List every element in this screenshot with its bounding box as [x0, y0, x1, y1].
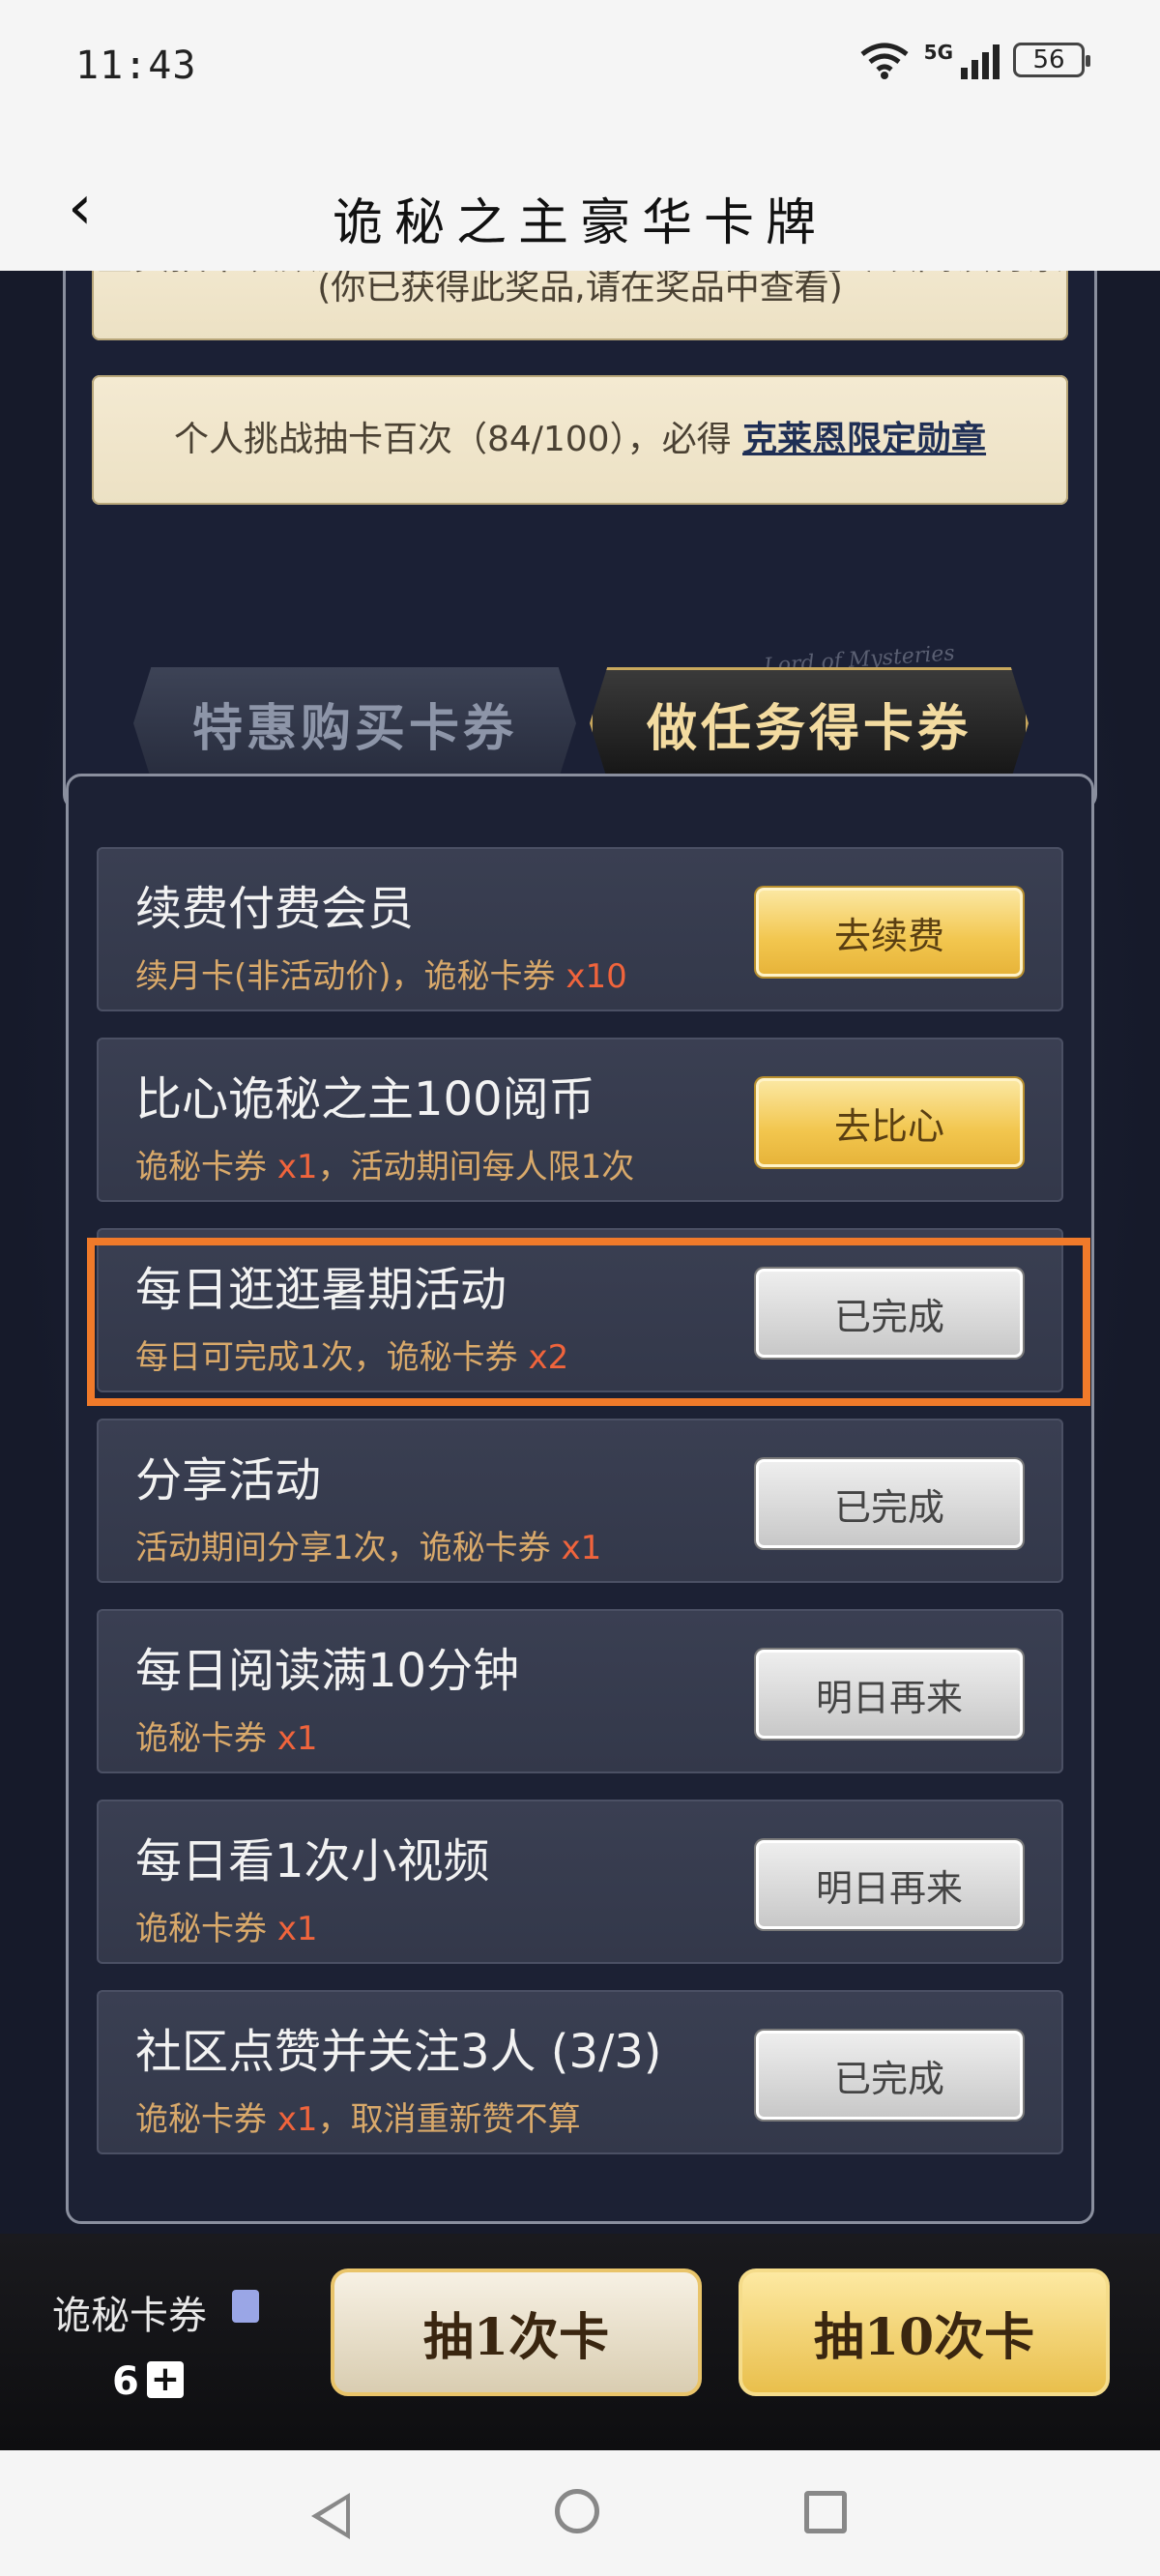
add-ticket-icon[interactable]: + — [147, 2361, 184, 2398]
battery-level: 56 — [1032, 45, 1065, 74]
task-action-button[interactable]: 明日再来 — [756, 1840, 1023, 1929]
task-reward-qty: x1 — [276, 1719, 318, 1758]
task-reward-qty: x1 — [276, 1148, 318, 1186]
task-title: 续费付费会员 — [135, 882, 415, 936]
task-row: 比心诡秘之主100阅币诡秘卡券 x1，活动期间每人限1次 去比心 — [97, 1038, 1063, 1202]
task-action-button[interactable]: 已完成 — [756, 2031, 1023, 2120]
task-action-button[interactable]: 已完成 — [756, 1269, 1023, 1358]
task-reward-qty: x1 — [276, 2100, 318, 2139]
status-icons: 5G 56 — [858, 41, 1090, 79]
task-reward-qty: x1 — [561, 1529, 602, 1567]
system-nav-bar — [0, 2450, 1160, 2576]
task-action-button[interactable]: 去续费 — [756, 888, 1023, 977]
task-reward-qty: x1 — [276, 1910, 318, 1948]
task-title: 社区点赞并关注3人 (3/3) — [135, 2025, 662, 2079]
personal-reward-text: 个人挑战抽卡百次（84/100），必得 — [173, 420, 743, 459]
task-reward-text: 诡秘卡券 x1 — [135, 1902, 318, 1949]
ticket-label: 诡秘卡券 — [52, 2294, 207, 2338]
server-reward-card: 全员抽卡次数达 10000/10000，每人得 群光专项阅读背景 (你已获得此奖… — [92, 271, 1068, 340]
task-reward-desc: 诡秘卡券 — [135, 2100, 277, 2139]
personal-reward-card: 个人挑战抽卡百次（84/100），必得 克莱恩限定勋章 — [92, 375, 1068, 505]
task-row: 分享活动活动期间分享1次，诡秘卡券 x1 已完成 — [97, 1419, 1063, 1583]
status-bar: 11:43 5G 56 — [0, 0, 1160, 145]
task-reward-text: 诡秘卡券 x1 — [135, 1712, 318, 1759]
task-title: 每日看1次小视频 — [135, 1834, 490, 1888]
tab-buy-tickets[interactable]: 特惠购买卡券 — [133, 667, 576, 779]
task-reward-suffix: ，取消重新赞不算 — [317, 2100, 581, 2139]
task-reward-text: 诡秘卡券 x1，取消重新赞不算 — [135, 2093, 581, 2140]
task-reward-text: 续月卡(非活动价)，诡秘卡券 x10 — [135, 950, 627, 997]
draw-bar: 诡秘卡券 6 + 抽1次卡 抽10次卡 — [0, 2234, 1160, 2450]
task-row: 续费付费会员续月卡(非活动价)，诡秘卡券 x10 去续费 — [97, 847, 1063, 1011]
server-reward-note: (你已获得此奖品,请在奖品中查看) — [317, 271, 843, 307]
ticket-count: 6 — [112, 2359, 139, 2404]
nav-home-icon[interactable] — [555, 2489, 599, 2533]
nav-back-icon[interactable] — [311, 2493, 350, 2539]
task-reward-desc: 活动期间分享1次，诡秘卡券 — [135, 1529, 562, 1567]
task-reward-desc: 诡秘卡券 — [135, 1719, 277, 1758]
signal-icon — [961, 41, 1000, 79]
task-action-button[interactable]: 已完成 — [756, 1459, 1023, 1548]
task-reward-desc: 每日可完成1次，诡秘卡券 — [135, 1338, 529, 1377]
personal-reward-prize-link[interactable]: 克莱恩限定勋章 — [742, 420, 986, 459]
task-reward-desc: 诡秘卡券 — [135, 1910, 277, 1948]
title-bar: ‹ 诡秘之主豪华卡牌 — [0, 145, 1160, 271]
main-content[interactable]: 全员抽卡次数达 10000/10000，每人得 群光专项阅读背景 (你已获得此奖… — [0, 271, 1160, 2234]
task-title: 每日阅读满10分钟 — [135, 1644, 520, 1698]
task-title: 分享活动 — [135, 1453, 322, 1508]
nav-recents-icon[interactable] — [804, 2491, 847, 2533]
task-action-button[interactable]: 明日再来 — [756, 1650, 1023, 1739]
wifi-icon — [860, 43, 909, 79]
task-row: 每日阅读满10分钟诡秘卡券 x1 明日再来 — [97, 1609, 1063, 1773]
task-reward-desc: 续月卡(非活动价)，诡秘卡券 — [135, 957, 566, 996]
task-reward-text: 诡秘卡券 x1，活动期间每人限1次 — [135, 1140, 634, 1187]
task-title: 每日逛逛暑期活动 — [135, 1263, 508, 1317]
tab-task-tickets[interactable]: 做任务得卡券 — [590, 667, 1029, 779]
task-row: 每日逛逛暑期活动每日可完成1次，诡秘卡券 x2 已完成 — [97, 1228, 1063, 1392]
draw-once-button[interactable]: 抽1次卡 — [331, 2269, 702, 2396]
task-title: 比心诡秘之主100阅币 — [135, 1072, 595, 1127]
task-row: 每日看1次小视频诡秘卡券 x1 明日再来 — [97, 1800, 1063, 1964]
task-reward-desc: 诡秘卡券 — [135, 1148, 277, 1186]
task-row: 社区点赞并关注3人 (3/3) 诡秘卡券 x1，取消重新赞不算 已完成 — [97, 1990, 1063, 2154]
ticket-icon — [232, 2290, 259, 2323]
network-label: 5G — [923, 41, 953, 64]
task-reward-qty: x2 — [528, 1338, 569, 1377]
task-reward-text: 每日可完成1次，诡秘卡券 x2 — [135, 1331, 568, 1378]
battery-icon: 56 — [1013, 43, 1090, 77]
page-title: 诡秘之主豪华卡牌 — [332, 194, 827, 252]
draw-ten-button[interactable]: 抽10次卡 — [739, 2269, 1110, 2396]
task-reward-suffix: ，活动期间每人限1次 — [317, 1148, 635, 1186]
status-time: 11:43 — [75, 44, 197, 88]
task-reward-qty: x10 — [566, 957, 627, 996]
task-action-button[interactable]: 去比心 — [756, 1078, 1023, 1167]
task-reward-text: 活动期间分享1次，诡秘卡券 x1 — [135, 1521, 601, 1568]
